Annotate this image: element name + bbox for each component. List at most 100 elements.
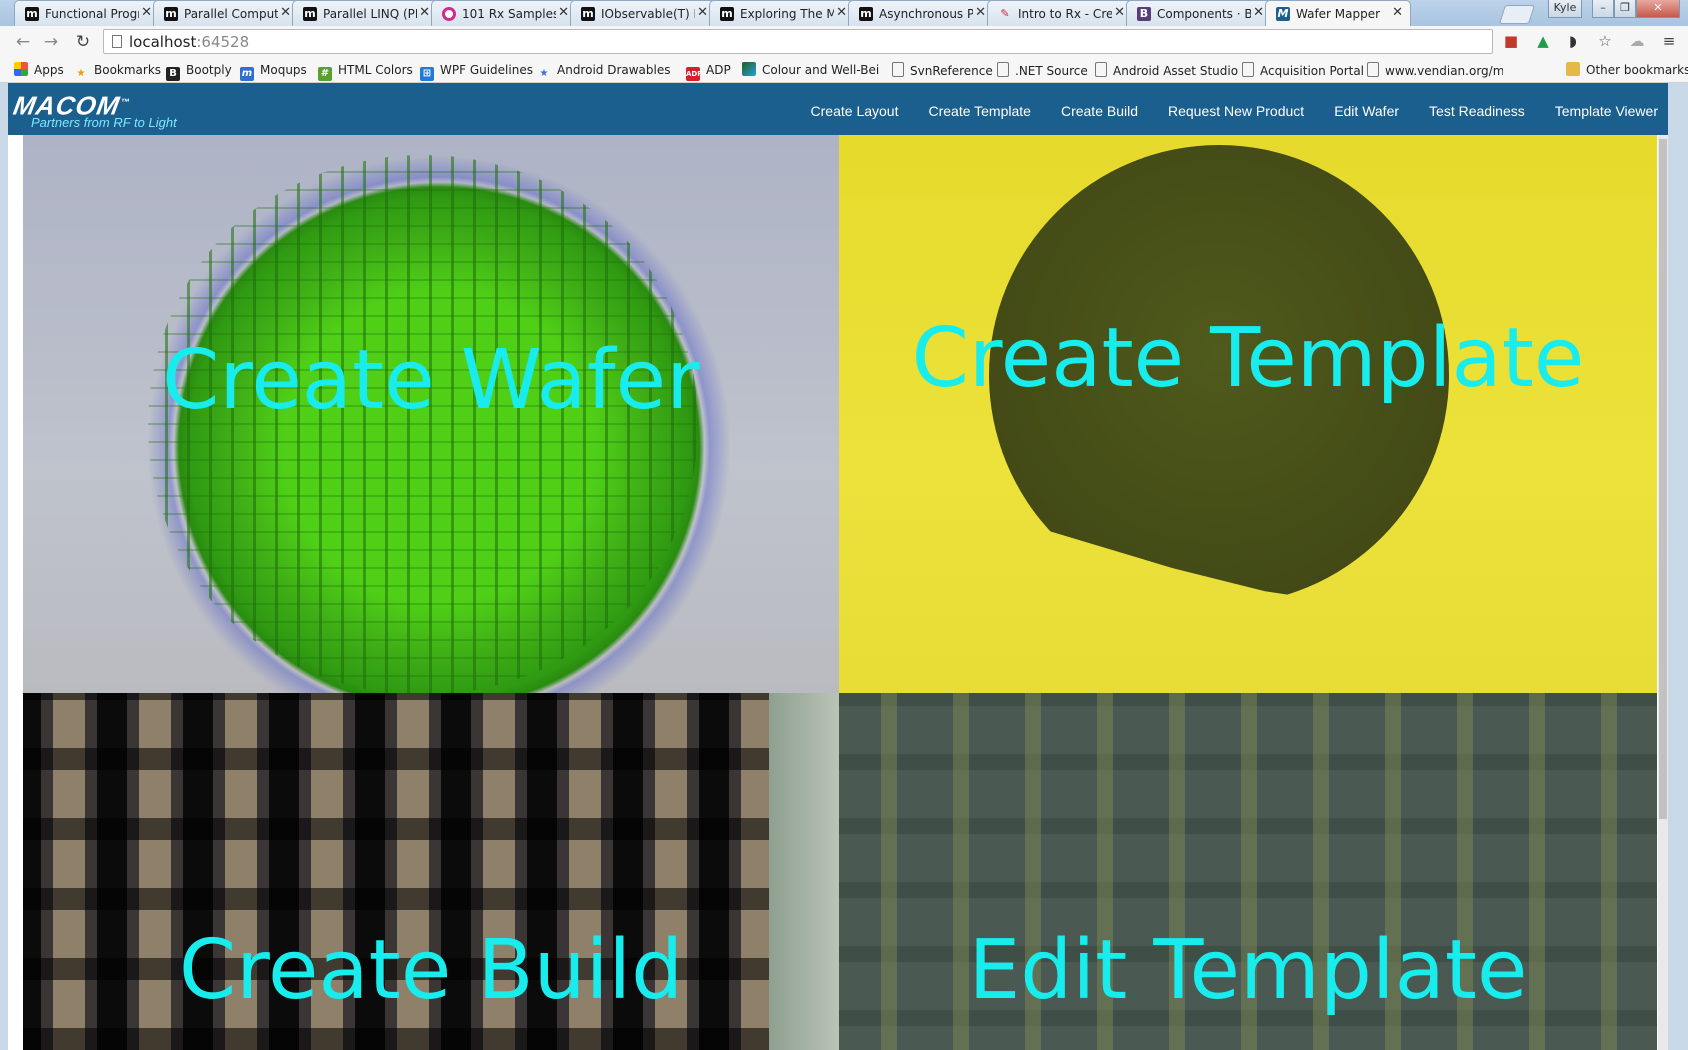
user-profile-button[interactable]: Kyle [1548, 0, 1582, 18]
tile-label: Create Build [178, 923, 684, 1018]
m-favicon-icon: m [164, 7, 178, 21]
scrollbar-thumb[interactable] [1659, 139, 1667, 819]
forward-arrow-icon[interactable]: → [40, 32, 62, 52]
address-text: localhost:64528 [129, 33, 249, 51]
browser-tab[interactable]: m Parallel Computin ✕ [153, 0, 299, 26]
bookmark-label: .NET Source [1015, 64, 1088, 78]
cloud-extension-icon[interactable]: ☁ [1628, 32, 1646, 50]
bookmark-item[interactable]: Android Asset Studio [1095, 62, 1238, 78]
bookmark-label: WPF Guidelines [440, 63, 533, 77]
swirl-favicon-icon [442, 7, 456, 21]
google-drive-icon[interactable]: ▲ [1534, 32, 1552, 50]
bootply-icon: B [166, 67, 180, 81]
browser-tab[interactable]: m Exploring The Ma ✕ [709, 0, 855, 26]
bookmark-label: Android Asset Studio [1113, 64, 1239, 78]
site-navbar: MACOM™ Partners from RF to Light Create … [8, 83, 1668, 135]
palette-icon [742, 62, 756, 76]
reload-icon[interactable]: ↻ [72, 32, 94, 52]
bookmark-item[interactable]: ★ Bookmarks [74, 62, 162, 79]
tab-title: IObservable(T) In [601, 7, 695, 21]
minimize-icon[interactable]: – [1592, 0, 1614, 18]
address-port: :64528 [196, 33, 250, 51]
bookmark-item[interactable]: .NET Source [997, 62, 1088, 78]
nav-test-readiness[interactable]: Test Readiness [1429, 101, 1525, 121]
pen-favicon-icon: ✎ [1000, 7, 1010, 20]
tab-title: Functional Progra [45, 7, 139, 21]
close-window-icon[interactable]: ✕ [1636, 0, 1680, 18]
bookmark-item[interactable]: www.vendian.org/mn [1367, 62, 1503, 78]
bookmark-item[interactable]: ★ Android Drawables - I [537, 62, 671, 78]
close-tab-icon[interactable]: ✕ [836, 5, 847, 21]
close-tab-icon[interactable]: ✕ [558, 5, 569, 21]
bookmark-item[interactable]: # HTML Colors [318, 62, 413, 81]
tab-title: Components · Bo [1157, 7, 1251, 21]
bookmark-label: ADP [706, 63, 731, 77]
close-tab-icon[interactable]: ✕ [1114, 5, 1125, 21]
nav-create-template[interactable]: Create Template [928, 101, 1030, 121]
star-blue-icon: ★ [539, 68, 549, 78]
bookmark-apps[interactable]: Apps [14, 62, 64, 78]
close-tab-icon[interactable]: ✕ [1392, 5, 1403, 21]
bookmark-extension-icon[interactable]: ■ [1502, 32, 1520, 50]
browser-tab[interactable]: 101 Rx Samples - ✕ [431, 0, 577, 26]
tab-title: 101 Rx Samples - [462, 7, 556, 21]
tile-create-wafer[interactable]: Create Wafer [23, 135, 839, 693]
logo-tagline: Partners from RF to Light [31, 115, 177, 130]
nav-template-viewer[interactable]: Template Viewer [1555, 101, 1658, 121]
browser-tab[interactable]: m Parallel LINQ (PLI ✕ [292, 0, 438, 26]
browser-tab-active[interactable]: M Wafer Mapper ✕ [1265, 0, 1411, 26]
close-tab-icon[interactable]: ✕ [419, 5, 430, 21]
new-tab-button[interactable] [1498, 5, 1536, 24]
page-icon [1367, 62, 1379, 77]
tab-title: Wafer Mapper [1296, 7, 1381, 21]
tab-strip: m Functional Progra ✕ m Parallel Computi… [0, 0, 1688, 26]
page-icon [112, 35, 122, 48]
nav-create-build[interactable]: Create Build [1061, 101, 1138, 121]
bookmark-item[interactable]: B Bootply [166, 62, 232, 81]
macom-favicon-icon: M [1276, 7, 1290, 21]
pocket-icon[interactable]: ◗ [1564, 32, 1582, 50]
bookmark-label: Android Drawables - I [557, 63, 671, 77]
m-favicon-icon: m [303, 7, 317, 21]
star-bookmark-icon[interactable]: ☆ [1596, 32, 1614, 50]
tile-create-build[interactable]: Create Build [23, 693, 839, 1050]
nav-create-layout[interactable]: Create Layout [811, 101, 899, 121]
other-bookmarks[interactable]: Other bookmarks [1566, 62, 1688, 78]
browser-tab[interactable]: m Asynchronous Pr ✕ [848, 0, 994, 26]
bookmark-item[interactable]: m Moqups [240, 62, 307, 81]
main-nav: Create Layout Create Template Create Bui… [811, 101, 1658, 121]
m-favicon-icon: m [581, 7, 595, 21]
address-host: localhost [129, 33, 197, 51]
tile-edit-template[interactable]: Edit Template [839, 693, 1657, 1050]
bookmark-label: Colour and Well-Bein [762, 63, 880, 77]
restore-icon[interactable]: ❐ [1614, 0, 1636, 18]
bookmark-item[interactable]: ⊞ WPF Guidelines [420, 62, 533, 81]
address-bar[interactable]: localhost:64528 [103, 29, 1493, 54]
close-tab-icon[interactable]: ✕ [697, 5, 708, 21]
bookmark-item[interactable]: SvnReference [892, 62, 993, 78]
browser-tab[interactable]: ✎ Intro to Rx - Crea ✕ [987, 0, 1133, 26]
bookmark-item[interactable]: Colour and Well-Bein [742, 62, 880, 78]
nav-edit-wafer[interactable]: Edit Wafer [1334, 101, 1399, 121]
bookmark-item[interactable]: ADP ADP [686, 62, 731, 81]
nav-request-new-product[interactable]: Request New Product [1168, 101, 1304, 121]
close-tab-icon[interactable]: ✕ [975, 5, 986, 21]
tile-label: Create Wafer [162, 333, 700, 428]
browser-tab[interactable]: m Functional Progra ✕ [14, 0, 160, 26]
tile-label: Create Template [911, 311, 1585, 406]
browser-tab[interactable]: m IObservable(T) In ✕ [570, 0, 716, 26]
bookmark-label: HTML Colors [338, 63, 413, 77]
back-arrow-icon[interactable]: ← [12, 32, 34, 52]
bookmark-label: Bootply [186, 63, 232, 77]
vertical-scrollbar[interactable] [1658, 135, 1668, 1050]
close-tab-icon[interactable]: ✕ [1253, 5, 1264, 21]
tile-create-template[interactable]: Create Template [839, 135, 1657, 693]
windows-icon: ⊞ [420, 67, 434, 81]
bookmark-item[interactable]: Acquisition Portal [1242, 62, 1364, 78]
close-tab-icon[interactable]: ✕ [141, 5, 152, 21]
menu-icon[interactable]: ≡ [1660, 32, 1678, 50]
m-favicon-icon: m [25, 7, 39, 21]
close-tab-icon[interactable]: ✕ [280, 5, 291, 21]
bookmark-label: Bookmarks [94, 63, 162, 77]
browser-tab[interactable]: B Components · Bo ✕ [1126, 0, 1272, 26]
